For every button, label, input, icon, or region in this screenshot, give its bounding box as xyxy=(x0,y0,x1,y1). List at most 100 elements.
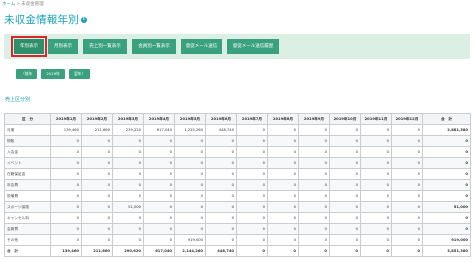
breadcrumb-separator: > xyxy=(16,2,21,7)
amount-cell: 0 xyxy=(267,212,299,224)
receivables-table: 区 分 2019年1月 2019年2月 2019年3月 2019年4月 2019年5月 20… xyxy=(4,113,471,257)
amount-cell: 0 xyxy=(205,201,237,213)
row-label: 年会費 xyxy=(4,179,51,191)
amount-cell: 0 xyxy=(329,179,361,191)
amount-cell: 0 xyxy=(267,146,299,158)
column-header-month: 2019年5月 xyxy=(174,113,206,125)
amount-cell: 0 xyxy=(329,190,361,202)
row-label: イベント xyxy=(4,157,51,169)
amount-cell: 0 xyxy=(205,135,237,147)
amount-cell: 0 xyxy=(360,146,392,158)
table-header-row: 区 分 2019年1月 2019年2月 2019年3月 2019年4月 2019年5月 20… xyxy=(4,113,471,125)
amount-cell: 0 xyxy=(112,179,144,191)
amount-cell: 0 xyxy=(329,124,361,136)
tab-reminder-mail-send[interactable]: 督促メール送信 xyxy=(181,39,222,54)
amount-cell: 0 xyxy=(143,157,175,169)
amount-cell: 0 xyxy=(143,212,175,224)
row-label: 月謝 xyxy=(4,124,51,136)
amount-cell: 0 xyxy=(81,223,113,235)
tab-reminder-mail-history[interactable]: 督促メール送信履歴 xyxy=(227,39,279,54)
info-icon[interactable]: i xyxy=(80,16,87,23)
amount-cell: 0 xyxy=(298,234,330,246)
amount-cell: 0 xyxy=(174,201,206,213)
table-row: その他 0 0 0 0 919,000 0 0 0 0 0 0 0 919,000 xyxy=(4,234,471,246)
column-header-month: 2019年11月 xyxy=(360,113,392,125)
row-label: 在籍保証金 xyxy=(4,168,51,180)
amount-cell: 0 xyxy=(267,157,299,169)
amount-cell: 0 xyxy=(236,168,268,180)
amount-cell: 0 xyxy=(143,179,175,191)
row-label: 設備費 xyxy=(4,190,51,202)
amount-cell: 0 xyxy=(391,212,423,224)
next-year-button[interactable]: 翌年〉 xyxy=(68,69,91,79)
amount-cell: 0 xyxy=(50,168,82,180)
amount-cell: 0 xyxy=(81,135,113,147)
amount-cell: 0 xyxy=(391,146,423,158)
table-row: 在籍保証金 0 0 0 0 0 0 0 0 0 0 0 0 0 xyxy=(4,168,471,180)
amount-cell: 0 xyxy=(143,201,175,213)
amount-cell: 0 xyxy=(174,146,206,158)
amount-cell: 0 xyxy=(205,179,237,191)
amount-cell: 0 xyxy=(143,168,175,180)
amount-cell: 0 xyxy=(81,190,113,202)
amount-cell: 0 xyxy=(329,223,361,235)
amount-cell: 0 xyxy=(50,179,82,191)
amount-cell: 0 xyxy=(329,212,361,224)
amount-cell: 0 xyxy=(81,168,113,180)
title-row: 未収金情報年別 i xyxy=(4,12,87,27)
amount-cell: 0 xyxy=(360,168,392,180)
page-title: 未収金情報年別 xyxy=(4,14,79,26)
tab-bar: 年別表示 月別表示 売上別一覧表示 会員別一覧表示 督促メール送信 督促メール送… xyxy=(4,34,470,59)
column-header-month: 2019年7月 xyxy=(236,113,268,125)
amount-cell: 0 xyxy=(360,234,392,246)
previous-year-button[interactable]: 〈前年 xyxy=(16,69,38,79)
amount-cell: 0 xyxy=(298,168,330,180)
amount-cell: 0 xyxy=(298,146,330,158)
amount-cell: 0 xyxy=(298,201,330,213)
amount-cell: 0 xyxy=(143,146,175,158)
amount-cell: 0 xyxy=(174,190,206,202)
table-row: スポーツ保険 0 0 51,000 0 0 0 0 0 0 0 0 0 51,000 xyxy=(4,201,471,213)
amount-cell: 0 xyxy=(81,201,113,213)
breadcrumb-home-link[interactable]: ホーム xyxy=(2,2,15,7)
tab-sales-list-view[interactable]: 売上別一覧表示 xyxy=(83,39,127,54)
amount-cell: 0 xyxy=(81,179,113,191)
column-header-month: 2019年1月 xyxy=(50,113,82,125)
column-header-category: 区 分 xyxy=(4,113,51,125)
amount-cell: 0 xyxy=(174,223,206,235)
row-label: その他 xyxy=(4,234,51,246)
amount-cell: 0 xyxy=(81,212,113,224)
amount-cell: 0 xyxy=(236,190,268,202)
amount-cell: 211,660 xyxy=(81,124,113,136)
tab-yearly-view[interactable]: 年別表示 xyxy=(11,36,47,57)
amount-cell: 448,740 xyxy=(205,245,237,257)
amount-cell: 0 xyxy=(267,190,299,202)
amount-cell: 0 xyxy=(329,201,361,213)
amount-cell: 919,000 xyxy=(174,234,206,246)
amount-cell: 2,144,260 xyxy=(174,245,206,257)
tab-monthly-view[interactable]: 月別表示 xyxy=(48,39,78,54)
amount-cell: 0 xyxy=(298,190,330,202)
amount-cell: 0 xyxy=(112,223,144,235)
amount-cell: 0 xyxy=(50,201,82,213)
amount-cell: 0 xyxy=(391,124,423,136)
amount-cell: 0 xyxy=(143,190,175,202)
breadcrumb-current: 未収金管理 xyxy=(21,2,44,7)
amount-cell: 0 xyxy=(267,245,299,257)
table-row: 入会金 0 0 0 0 0 0 0 0 0 0 0 0 0 xyxy=(4,146,471,158)
table-row: イベント 0 0 0 0 0 0 0 0 0 0 0 0 0 xyxy=(4,157,471,169)
row-label: 会員費 xyxy=(4,223,51,235)
amount-cell: 0 xyxy=(329,168,361,180)
tab-member-list-view[interactable]: 会員別一覧表示 xyxy=(132,39,176,54)
amount-cell: 0 xyxy=(112,234,144,246)
amount-cell: 0 xyxy=(236,124,268,136)
amount-cell: 0 xyxy=(174,179,206,191)
amount-cell: 0 xyxy=(143,135,175,147)
amount-cell: 0 xyxy=(112,146,144,158)
amount-cell: 0 xyxy=(174,168,206,180)
amount-cell: 0 xyxy=(81,234,113,246)
amount-cell: 0 xyxy=(391,245,423,257)
column-header-month: 2019年12月 xyxy=(391,113,423,125)
amount-cell: 0 xyxy=(205,157,237,169)
current-year-button[interactable]: 2019年 xyxy=(41,69,65,79)
